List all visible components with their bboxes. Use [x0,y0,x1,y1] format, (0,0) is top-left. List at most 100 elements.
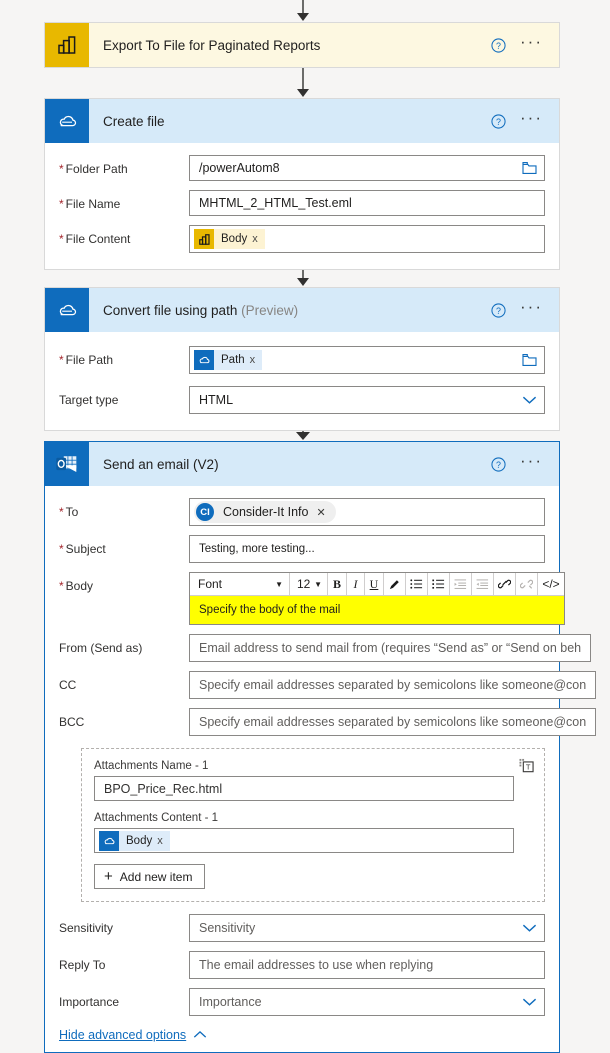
remove-token-icon[interactable]: x [250,354,263,366]
dynamic-token-body[interactable]: Body x [99,830,170,851]
attachments-name-input[interactable]: BPO_Price_Rec.html [94,776,514,801]
sensitivity-select[interactable]: Sensitivity [189,914,545,942]
underline-button[interactable]: U [365,573,384,595]
help-icon[interactable]: ? [491,302,506,318]
attachments-content-label: Attachments Content - 1 [94,812,219,824]
onedrive-icon [45,99,89,143]
help-icon[interactable]: ? [491,37,506,53]
code-view-button[interactable]: </> [538,573,564,595]
field-label-body: Body [59,572,189,593]
remove-recipient-icon[interactable]: ✕ [316,506,333,519]
remove-token-icon[interactable]: x [252,233,265,245]
field-label: File Path [59,346,189,367]
step-card-send-an-email[interactable]: Send an email (V2) ? ··· To CI Consider-… [44,441,597,1053]
field-row-folder-path: Folder Path /powerAutom8 [59,155,545,181]
field-label: File Name [59,190,189,211]
field-row-target-type: Target type HTML [59,386,545,414]
hide-advanced-options-button[interactable]: Hide advanced options [59,1028,207,1042]
more-options-button[interactable]: ··· [520,109,543,130]
folder-picker-icon[interactable] [522,354,537,367]
unlink-icon[interactable] [516,573,538,595]
field-row-body: Body Font ▼ 12 ▼ B I U [59,572,565,625]
more-options-button[interactable]: ··· [520,33,543,54]
outdent-icon[interactable] [472,573,494,595]
remove-token-icon[interactable]: x [157,835,170,847]
step-card-export-to-file[interactable]: Export To File for Paginated Reports ? ·… [44,22,560,68]
body-rich-text-editor[interactable]: Font ▼ 12 ▼ B I U </> Specify the body o… [189,572,565,625]
indent-icon[interactable] [450,573,472,595]
pen-icon[interactable] [384,573,406,595]
plus-icon: + [104,868,113,885]
recipient-name: Consider-It Info [223,505,309,519]
card-header[interactable]: Convert file using path (Preview) ? ··· [45,288,559,332]
attachments-name-value: BPO_Price_Rec.html [104,781,223,796]
recipient-chip[interactable]: CI Consider-It Info ✕ [194,501,336,523]
help-icon[interactable]: ? [491,113,506,129]
card-body: Folder Path /powerAutom8 File Name MHTML… [45,143,559,269]
more-options-button[interactable]: ··· [520,452,543,473]
cc-input[interactable]: Specify email addresses separated by sem… [189,671,597,699]
folder-picker-icon[interactable] [522,162,537,175]
dynamic-token-body[interactable]: Body x [194,229,265,249]
token-label: Path [221,354,245,366]
importance-placeholder: Importance [199,995,262,1009]
card-title: Send an email (V2) [103,456,219,472]
target-type-select[interactable]: HTML [189,386,545,414]
chevron-down-icon[interactable] [522,395,537,405]
reply-to-input[interactable]: The email addresses to use when replying [189,951,545,979]
svg-text:?: ? [496,305,501,315]
attachments-group: T Attachments Name - 1 BPO_Price_Rec.htm… [81,748,545,902]
bcc-input[interactable]: Specify email addresses separated by sem… [189,708,597,736]
target-type-value: HTML [199,393,234,407]
more-options-button[interactable]: ··· [520,298,543,319]
field-row-importance: Importance Importance [59,988,545,1016]
file-content-input[interactable]: Body x [189,225,545,253]
field-row-sensitivity: Sensitivity Sensitivity [59,914,545,942]
link-icon[interactable] [494,573,516,595]
card-header[interactable]: Send an email (V2) ? ··· [45,442,559,486]
field-label-subject: Subject [59,535,189,556]
field-label-reply-to: Reply To [59,958,106,972]
from-input[interactable]: Email address to send mail from (require… [189,634,592,662]
step-card-create-file[interactable]: Create file ? ··· Folder Path /powerAuto… [44,98,560,270]
card-header[interactable]: Create file ? ··· [45,99,559,143]
folder-path-input[interactable]: /powerAutom8 [189,155,545,181]
dynamic-content-icon[interactable]: T [519,758,534,776]
bold-button[interactable]: B [328,573,347,595]
body-placeholder[interactable]: Specify the body of the mail [190,596,564,624]
attachments-name-label: Attachments Name - 1 [94,760,209,772]
field-row-file-name: File Name MHTML_2_HTML_Test.eml [59,190,545,216]
subject-input[interactable]: Testing, more testing... [189,535,545,563]
card-title: Create file [103,113,165,129]
rich-text-toolbar: Font ▼ 12 ▼ B I U </> [190,573,564,596]
svg-text:T: T [526,763,531,772]
outlook-icon [45,442,89,486]
attachments-content-input[interactable]: Body x [94,828,514,853]
help-icon[interactable]: ? [491,456,506,472]
card-header[interactable]: Export To File for Paginated Reports ? ·… [45,23,559,67]
bullet-list-icon[interactable] [428,573,450,595]
chevron-up-icon [193,1028,207,1042]
from-placeholder: Email address to send mail from (require… [199,641,582,655]
token-label: Body [221,233,248,245]
onedrive-icon [194,350,214,370]
field-row-subject: Subject Testing, more testing... [59,535,545,563]
card-body: File Path Path x [45,332,559,430]
step-card-convert-file-using-path[interactable]: Convert file using path (Preview) ? ··· … [44,287,560,431]
field-row-cc: CC Specify email addresses separated by … [59,671,597,699]
file-path-input[interactable]: Path x [189,346,545,374]
italic-button[interactable]: I [347,573,365,595]
field-label-sensitivity: Sensitivity [59,921,114,935]
numbered-list-icon[interactable] [406,573,428,595]
file-name-input[interactable]: MHTML_2_HTML_Test.eml [189,190,545,216]
to-input[interactable]: CI Consider-It Info ✕ [189,498,545,526]
font-size-select[interactable]: 12 ▼ [290,573,328,595]
chevron-down-icon[interactable] [522,923,537,933]
dynamic-token-path[interactable]: Path x [194,350,263,370]
add-new-item-button[interactable]: + Add new item [94,864,206,889]
font-family-select[interactable]: Font ▼ [190,573,290,595]
importance-select[interactable]: Importance [189,988,545,1016]
field-label: Target type [59,393,119,407]
hide-advanced-options-label: Hide advanced options [59,1028,187,1042]
field-label: File Content [59,225,189,246]
